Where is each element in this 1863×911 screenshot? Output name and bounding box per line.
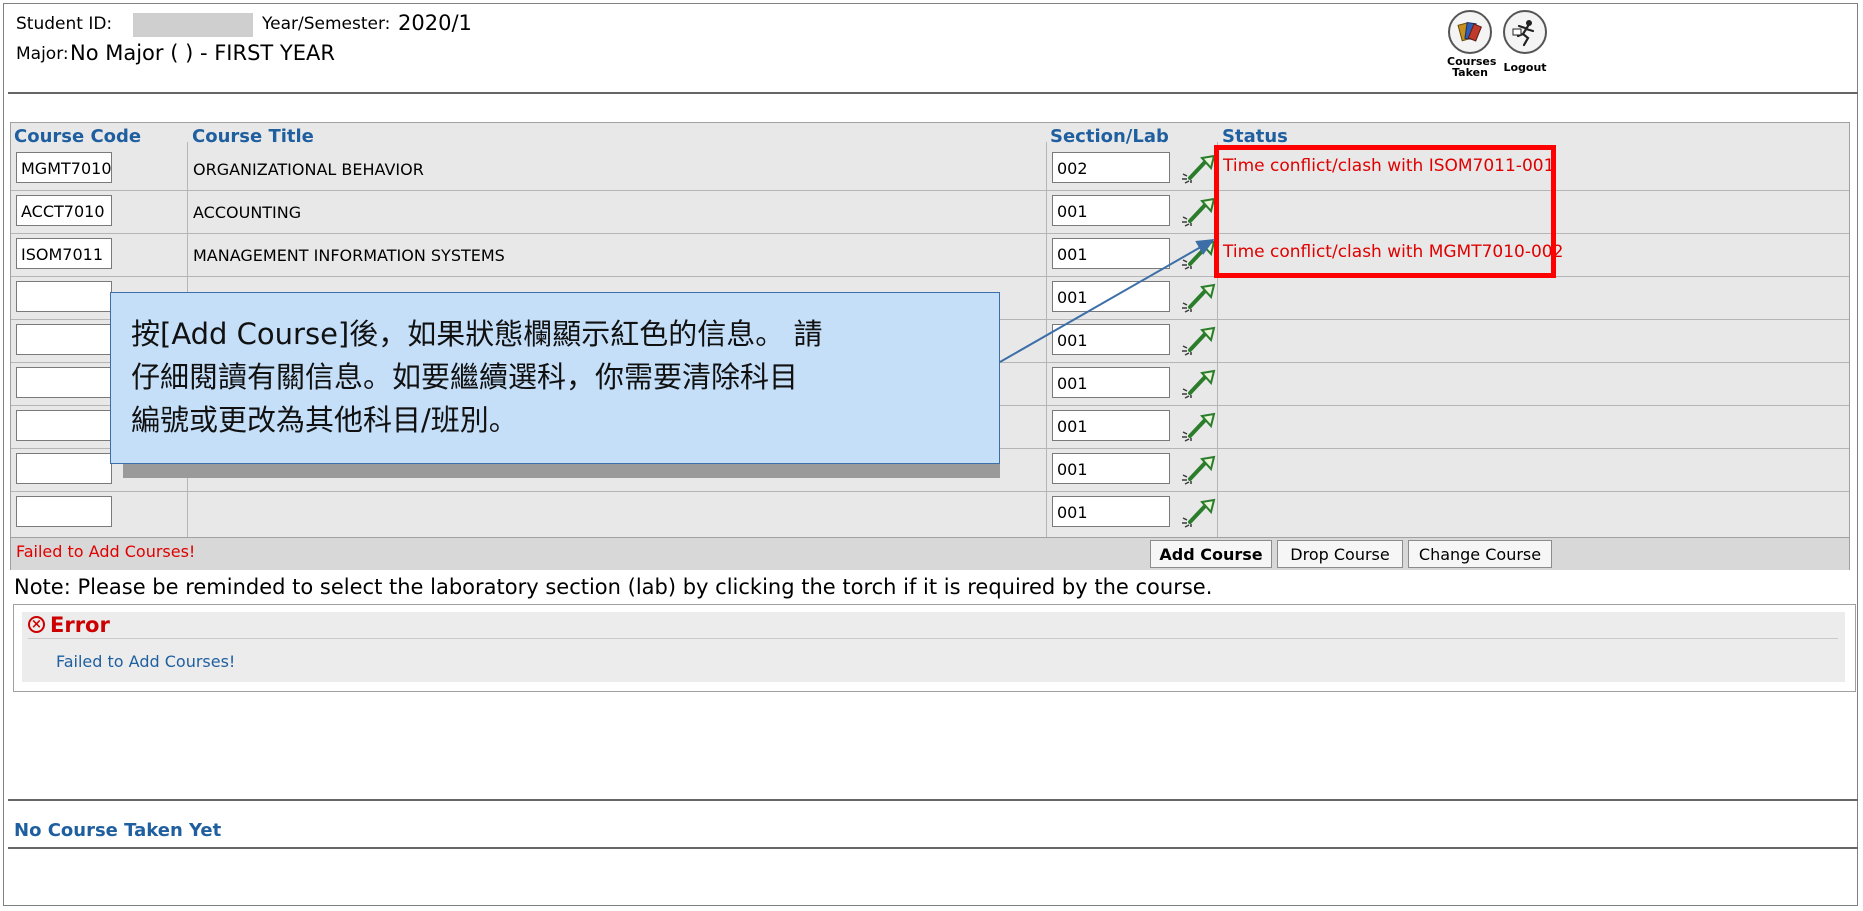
logout-caption: Logout: [1503, 61, 1547, 74]
torch-icon[interactable]: [1180, 281, 1220, 313]
torch-icon[interactable]: [1180, 410, 1220, 442]
torch-icon[interactable]: [1180, 496, 1220, 528]
header-divider: [8, 92, 1858, 94]
error-panel-body: [22, 612, 1845, 682]
callout-line: 按[Add Course]後，如果狀態欄顯示紅色的信息。 請: [131, 317, 823, 351]
error-divider: [28, 638, 1838, 639]
section-input[interactable]: 002: [1052, 152, 1170, 183]
course-code-input[interactable]: MGMT7010: [16, 152, 112, 183]
course-code-input[interactable]: ISOM7011: [16, 238, 112, 269]
torch-icon[interactable]: [1180, 453, 1220, 485]
student-id-label: Student ID:: [16, 14, 113, 34]
row-divider: [11, 276, 1849, 277]
course-code-input[interactable]: [16, 367, 112, 398]
row-divider: [11, 233, 1849, 234]
col-header-section-lab: Section/Lab: [1050, 126, 1169, 147]
course-code-input[interactable]: [16, 324, 112, 355]
section-input[interactable]: 001: [1052, 496, 1170, 527]
change-course-button[interactable]: Change Course: [1408, 540, 1552, 568]
section-input[interactable]: 001: [1052, 238, 1170, 269]
section-input[interactable]: 001: [1052, 195, 1170, 226]
row-divider: [11, 190, 1849, 191]
student-id-masked: [133, 13, 253, 37]
course-code-input[interactable]: ACCT7010: [16, 195, 112, 226]
courses-taken-button[interactable]: Courses Taken: [1447, 10, 1497, 84]
course-code-input[interactable]: [16, 281, 112, 312]
section-divider: [8, 847, 1858, 849]
major-value: No Major ( ) - FIRST YEAR: [70, 41, 335, 65]
course-code-input[interactable]: [16, 496, 112, 527]
section-input[interactable]: 001: [1052, 453, 1170, 484]
major-label: Major:: [16, 44, 69, 64]
courses-taken-heading: No Course Taken Yet: [14, 820, 222, 841]
year-semester-value: 2020/1: [398, 11, 472, 35]
torch-icon[interactable]: [1180, 367, 1220, 399]
error-icon: ×: [28, 616, 45, 633]
col-header-course-code: Course Code: [14, 126, 142, 147]
callout-line: 編號或更改為其他科目/班別。: [131, 403, 518, 437]
column-divider: [1046, 142, 1047, 537]
error-title: Error: [50, 613, 110, 637]
logout-icon: [1503, 10, 1547, 54]
drop-course-button[interactable]: Drop Course: [1277, 540, 1403, 568]
courses-taken-caption: Courses Taken: [1447, 55, 1497, 79]
section-input[interactable]: 001: [1052, 367, 1170, 398]
row-divider: [11, 491, 1849, 492]
instruction-callout: 按[Add Course]後，如果狀態欄顯示紅色的信息。 請 仔細閱讀有關信息。…: [110, 292, 1000, 464]
lab-note: Note: Please be reminded to select the l…: [14, 575, 1213, 599]
table-footer: [11, 537, 1849, 570]
section-input[interactable]: 001: [1052, 281, 1170, 312]
course-title-cell: ORGANIZATIONAL BEHAVIOR: [193, 160, 424, 179]
course-code-input[interactable]: [16, 453, 112, 484]
year-semester-label: Year/Semester:: [262, 14, 391, 34]
col-header-status: Status: [1222, 126, 1288, 147]
courses-taken-icon: [1448, 10, 1492, 54]
course-title-cell: MANAGEMENT INFORMATION SYSTEMS: [193, 246, 505, 265]
logout-button[interactable]: Logout: [1502, 10, 1548, 84]
error-message: Failed to Add Courses!: [56, 652, 236, 671]
callout-line: 仔細閱讀有關信息。如要繼續選科，你需要清除科目: [131, 360, 799, 394]
course-title-cell: ACCOUNTING: [193, 203, 302, 222]
section-input[interactable]: 001: [1052, 410, 1170, 441]
status-highlight-box: [1214, 145, 1556, 278]
add-course-button[interactable]: Add Course: [1150, 540, 1272, 568]
torch-icon[interactable]: [1180, 324, 1220, 356]
section-input[interactable]: 001: [1052, 324, 1170, 355]
col-header-course-title: Course Title: [192, 126, 314, 147]
failed-message: Failed to Add Courses!: [16, 542, 196, 561]
section-divider: [8, 799, 1858, 801]
course-code-input[interactable]: [16, 410, 112, 441]
